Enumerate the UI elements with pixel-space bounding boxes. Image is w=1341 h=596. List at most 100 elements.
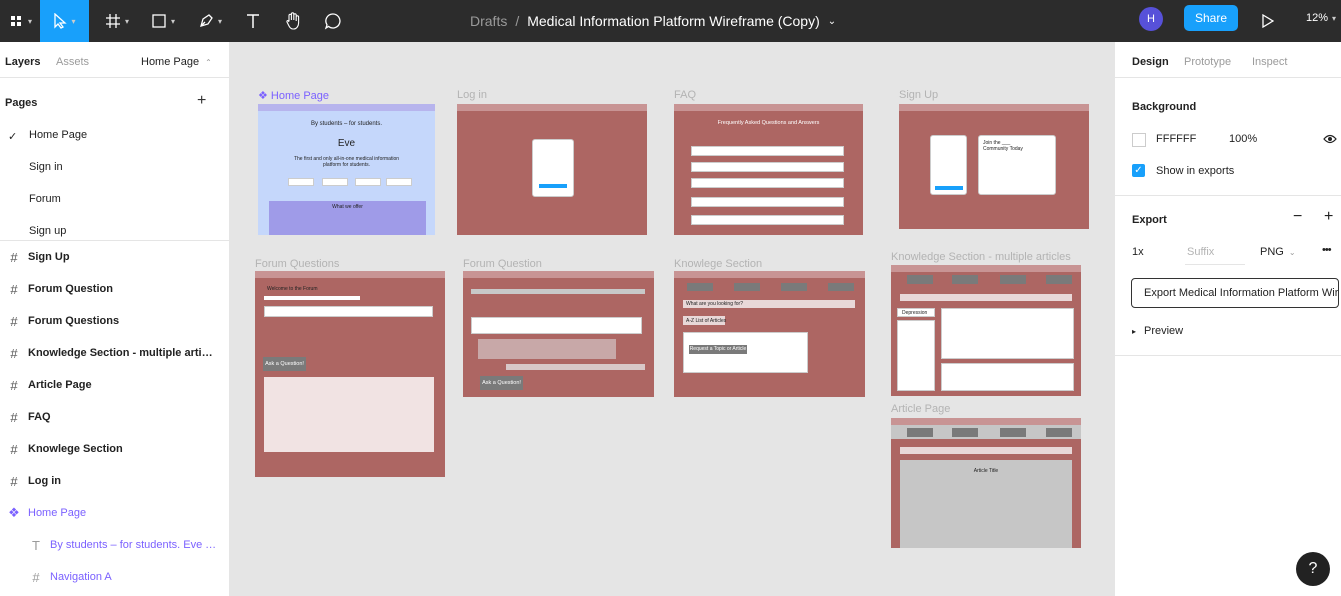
card — [355, 178, 381, 186]
page-item-home[interactable]: Home Page — [29, 129, 87, 141]
show-in-exports-checkbox[interactable]: ✓ — [1132, 164, 1145, 177]
az-list-label: A-Z List of Articles — [686, 318, 727, 324]
layer-home-text[interactable]: T By students – for students. Eve The fir… — [0, 529, 229, 561]
knowledge-search — [900, 447, 1072, 454]
tab-layers[interactable]: Layers — [5, 56, 40, 68]
comment-tool-button[interactable] — [320, 0, 346, 42]
remove-export-icon[interactable]: − — [1293, 208, 1302, 226]
canvas[interactable]: ❖ Home Page By students – for students. … — [230, 42, 1114, 596]
frame-icon: # — [10, 409, 18, 425]
layer-log-in[interactable]: # Log in — [0, 465, 229, 497]
frame-home-page[interactable]: By students – for students. Eve The firs… — [258, 104, 435, 235]
frame-label-article[interactable]: Article Page — [891, 403, 950, 415]
background-opacity[interactable]: 100% — [1229, 133, 1257, 145]
eye-icon[interactable] — [1323, 133, 1337, 145]
caret-right-icon[interactable]: ▸ — [1132, 327, 1136, 336]
background-color-swatch[interactable] — [1132, 133, 1146, 147]
signup-title: Join the ___ Community Today — [983, 140, 1023, 152]
frame-faq[interactable]: Frequently Asked Questions and Answers — [674, 104, 863, 235]
breadcrumb-drafts[interactable]: Drafts — [470, 13, 507, 29]
design-panel: Design Prototype Inspect Background FFFF… — [1114, 42, 1341, 596]
frame-forum-question[interactable]: Ask a Question! — [463, 271, 654, 397]
pen-tool-button[interactable]: ▾ — [192, 0, 228, 42]
layer-knowledge-multiple[interactable]: # Knowledge Section - multiple articles — [0, 337, 229, 369]
tab-design[interactable]: Design — [1132, 56, 1169, 68]
preview-toggle[interactable]: Preview — [1144, 325, 1183, 337]
background-color-value[interactable]: FFFFFF — [1156, 133, 1196, 145]
component-icon: ❖ — [258, 90, 271, 102]
layer-forum-questions[interactable]: # Forum Questions — [0, 305, 229, 337]
chevron-down-icon[interactable]: ⌄ — [828, 16, 836, 27]
navigation-bar — [674, 104, 863, 111]
frame-article-page[interactable]: Article Title — [891, 418, 1081, 548]
frame-label-knowledge-multiple[interactable]: Knowledge Section - multiple articles — [891, 251, 1071, 263]
article-title: Article Title — [973, 468, 999, 474]
frame-label-knowlege[interactable]: Knowlege Section — [674, 258, 762, 270]
layer-article-page[interactable]: # Article Page — [0, 369, 229, 401]
frame-tool-button[interactable]: ▾ — [99, 0, 135, 42]
layer-knowlege-section[interactable]: # Knowlege Section — [0, 433, 229, 465]
frame-label-home[interactable]: ❖ Home Page — [258, 89, 329, 102]
frame-label-forum-question[interactable]: Forum Question — [463, 258, 542, 270]
layer-faq[interactable]: # FAQ — [0, 401, 229, 433]
page-item-forum[interactable]: Forum — [29, 193, 61, 205]
layer-sign-up[interactable]: # Sign Up — [0, 241, 229, 273]
text-tool-button[interactable] — [240, 0, 266, 42]
share-button[interactable]: Share — [1184, 5, 1238, 31]
avatar[interactable]: H — [1139, 7, 1163, 31]
tab-assets[interactable]: Assets — [56, 56, 89, 68]
chevron-down-icon: ▾ — [27, 16, 32, 26]
layer-label: Sign Up — [28, 251, 70, 263]
frame-log-in[interactable] — [457, 104, 647, 235]
help-button[interactable]: ? — [1296, 552, 1330, 586]
file-name[interactable]: Medical Information Platform Wireframe (… — [527, 13, 820, 29]
move-tool-button[interactable]: ▾ — [40, 0, 89, 42]
page-item-sign-in[interactable]: Sign in — [29, 161, 63, 173]
zoom-control[interactable]: 12% ▾ — [1306, 0, 1336, 36]
present-button[interactable] — [1258, 0, 1278, 42]
add-export-icon[interactable]: + — [1324, 208, 1333, 226]
login-button — [539, 184, 567, 188]
export-format-value: PNG — [1260, 246, 1284, 258]
file-title[interactable]: Drafts / Medical Information Platform Wi… — [470, 0, 836, 42]
frame-icon: # — [10, 377, 18, 393]
more-options-icon[interactable]: ••• — [1322, 244, 1332, 256]
faq-item — [691, 197, 844, 207]
page-item-sign-up[interactable]: Sign up — [29, 225, 66, 237]
frame-forum-questions[interactable]: Welcome to the Forum Ask a Question! — [255, 271, 445, 477]
frame-label-log-in[interactable]: Log in — [457, 89, 487, 101]
current-page-label: Home Page — [141, 56, 200, 68]
hand-tool-button[interactable] — [280, 0, 306, 42]
main-menu-button[interactable]: ▾ — [0, 0, 40, 42]
frame-label-forum-questions[interactable]: Forum Questions — [255, 258, 339, 270]
layer-forum-question[interactable]: # Forum Question — [0, 273, 229, 305]
export-scale[interactable]: 1x — [1132, 246, 1144, 258]
frame-label-faq[interactable]: FAQ — [674, 89, 696, 101]
category-chip — [907, 428, 933, 437]
frame-label-sign-up[interactable]: Sign Up — [899, 89, 938, 101]
layer-navigation-a[interactable]: # Navigation A — [0, 561, 229, 593]
export-format-select[interactable]: PNG ⌄ — [1260, 246, 1296, 258]
frame-sign-up[interactable]: Join the ___ Community Today — [899, 104, 1089, 229]
layer-label: Forum Question — [28, 283, 113, 295]
layer-home-page[interactable]: ❖ Home Page — [0, 497, 229, 529]
layer-label: By students – for students. Eve The firs… — [50, 539, 218, 551]
tab-prototype[interactable]: Prototype — [1184, 56, 1231, 68]
article-card — [941, 308, 1074, 359]
add-page-icon[interactable]: + — [197, 92, 206, 110]
chevron-down-icon: ▾ — [217, 16, 222, 26]
category-chip — [952, 428, 978, 437]
frame-icon: # — [10, 345, 18, 361]
card — [288, 178, 314, 186]
navigation-bar — [463, 271, 654, 278]
frame-knowlege-section[interactable]: What are you looking for? A-Z List of Ar… — [674, 271, 865, 397]
shape-tool-button[interactable]: ▾ — [145, 0, 181, 42]
export-suffix-input[interactable]: Suffix — [1187, 246, 1214, 258]
export-button[interactable]: Export Medical Information Platform Wire… — [1131, 278, 1339, 308]
frame-knowledge-multiple[interactable]: Depression — [891, 265, 1081, 396]
layer-label: Home Page — [28, 507, 87, 519]
layer-label: Forum Questions — [28, 315, 120, 327]
faq-item — [691, 162, 844, 172]
tab-inspect[interactable]: Inspect — [1252, 56, 1287, 68]
current-page-selector[interactable]: Home Page ⌃ — [141, 56, 212, 68]
